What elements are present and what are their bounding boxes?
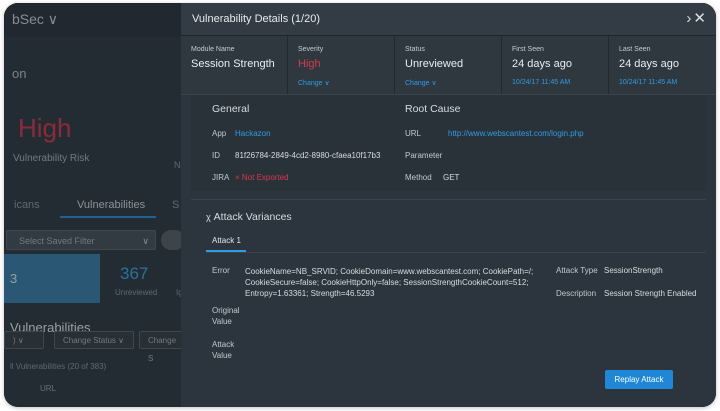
jira-label: JIRA — [212, 173, 230, 182]
attack-icon: χ — [206, 212, 211, 222]
change-status-link[interactable]: Change ∨ — [405, 79, 437, 87]
meta-status: Status Unreviewed Change ∨ — [395, 36, 502, 94]
section-divider — [191, 199, 706, 200]
error-value: CookieName=NB_SRVID; CookieDomain=www.we… — [245, 267, 534, 298]
meta-bar: Module Name Session Strength Severity Hi… — [181, 36, 716, 95]
root-cause-title: Root Cause — [405, 103, 461, 115]
method-label: Method — [405, 173, 432, 182]
app-label: App — [212, 129, 227, 138]
severity-value: High — [298, 58, 321, 70]
parameter-label: Parameter — [405, 151, 443, 160]
attack-variances-label: Attack Variances — [213, 211, 292, 223]
meta-label: Last Seen — [619, 46, 651, 53]
tab-line — [206, 252, 706, 253]
app-link[interactable]: Hackazon — [235, 129, 271, 138]
vulnerability-details-panel: Vulnerability Details (1/20) ›✕ Module N… — [181, 3, 716, 407]
first-seen-timestamp: 10/24/17 11:45 AM — [512, 79, 571, 86]
next-close-icons[interactable]: ›✕ — [686, 9, 708, 27]
id-value: 81f26784-2849-4cd2-8980-cfaea10f17b3 — [235, 151, 381, 160]
replay-attack-button[interactable]: Replay Attack — [605, 370, 673, 389]
last-seen-timestamp: 10/24/17 11:45 AM — [619, 79, 678, 86]
meta-module: Module Name Session Strength — [181, 36, 288, 94]
jira-status: × Not Exported — [235, 173, 289, 182]
meta-value: 24 days ago — [512, 58, 572, 70]
method-value: GET — [443, 173, 460, 182]
error-label: Error — [212, 266, 230, 275]
general-title: General — [212, 103, 250, 115]
meta-first-seen: First Seen 24 days ago 10/24/17 11:45 AM — [502, 36, 609, 94]
description-value: Session Strength Enabled — [604, 289, 697, 298]
description-label: Description — [556, 289, 597, 298]
url-label: URL — [405, 129, 422, 138]
attack-value-label: Attack Value — [212, 340, 235, 360]
meta-label: First Seen — [512, 46, 544, 53]
attack-variances-title: χ Attack Variances — [206, 211, 292, 223]
status-value: Unreviewed — [405, 58, 464, 70]
close-icon[interactable]: ✕ — [693, 10, 708, 27]
meta-severity: Severity High Change ∨ — [288, 36, 395, 94]
id-label: ID — [212, 151, 220, 160]
meta-label: Module Name — [191, 46, 235, 53]
meta-last-seen: Last Seen 24 days ago 10/24/17 11:45 AM — [609, 36, 716, 94]
meta-value: Session Strength — [191, 58, 275, 70]
change-severity-link[interactable]: Change ∨ — [298, 79, 330, 87]
attack-type-value: SessionStrength — [604, 266, 663, 275]
meta-value: 24 days ago — [619, 58, 679, 70]
tab-active-underline — [206, 250, 246, 252]
attack-type-label: Attack Type — [556, 266, 598, 275]
screen-frame: bSec ∨ on High Vulnerability Risk N ican… — [4, 3, 716, 407]
original-value-label: Original Value — [212, 306, 240, 326]
tab-attack-1[interactable]: Attack 1 — [212, 236, 241, 245]
meta-label: Severity — [298, 46, 324, 53]
url-link[interactable]: http://www.webscantest.com/login.php — [448, 129, 584, 138]
meta-label: Status — [405, 46, 425, 53]
panel-header: Vulnerability Details (1/20) ›✕ — [181, 3, 716, 36]
panel-title: Vulnerability Details (1/20) — [192, 13, 320, 25]
